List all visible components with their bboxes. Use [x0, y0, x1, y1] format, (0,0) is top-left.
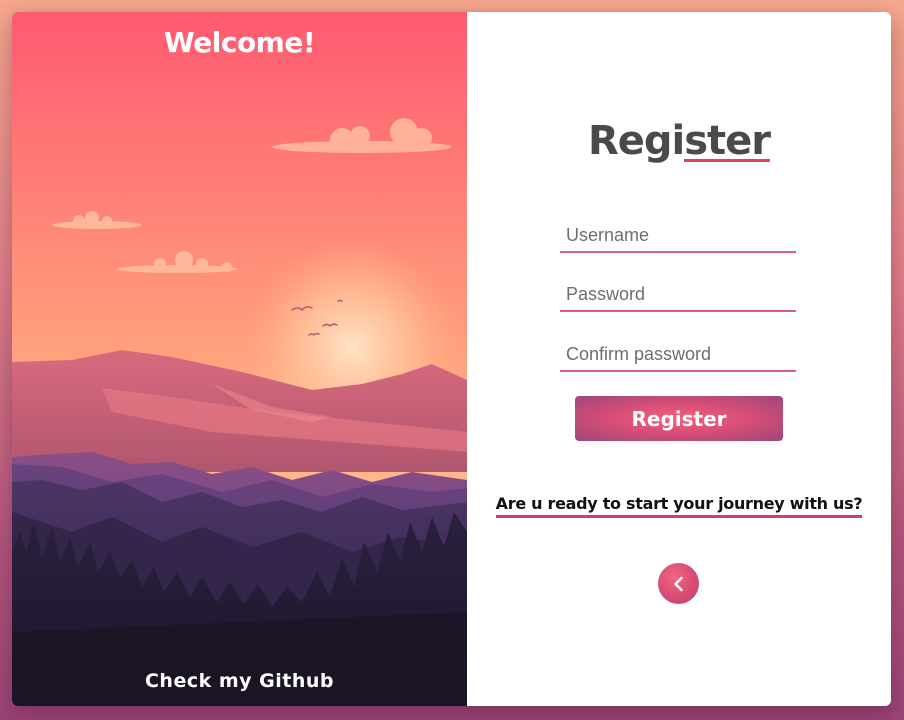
welcome-heading: Welcome!	[163, 26, 316, 59]
sunset-mountains-illustration	[12, 12, 467, 706]
github-link[interactable]: Check my Github	[12, 670, 467, 692]
register-title-text: Register	[587, 118, 771, 164]
register-title-wrap: Register	[587, 118, 771, 164]
register-title: Register	[467, 118, 891, 164]
password-input[interactable]	[560, 278, 796, 312]
journey-prompt-text: Are u ready to start your journey with u…	[495, 494, 863, 518]
username-input[interactable]	[560, 219, 796, 253]
chevron-left-icon	[673, 576, 683, 591]
confirm-password-input[interactable]	[560, 338, 796, 372]
register-button[interactable]: Register	[575, 396, 783, 441]
welcome-panel: Welcome! Check my Github	[12, 12, 467, 706]
back-button[interactable]	[658, 563, 699, 604]
journey-prompt: Are u ready to start your journey with u…	[467, 494, 891, 518]
register-form-panel: Register Register Are u ready to start y…	[467, 12, 891, 706]
register-card: Welcome! Check my Github Register Regist…	[12, 12, 891, 706]
title-underline	[684, 159, 771, 162]
